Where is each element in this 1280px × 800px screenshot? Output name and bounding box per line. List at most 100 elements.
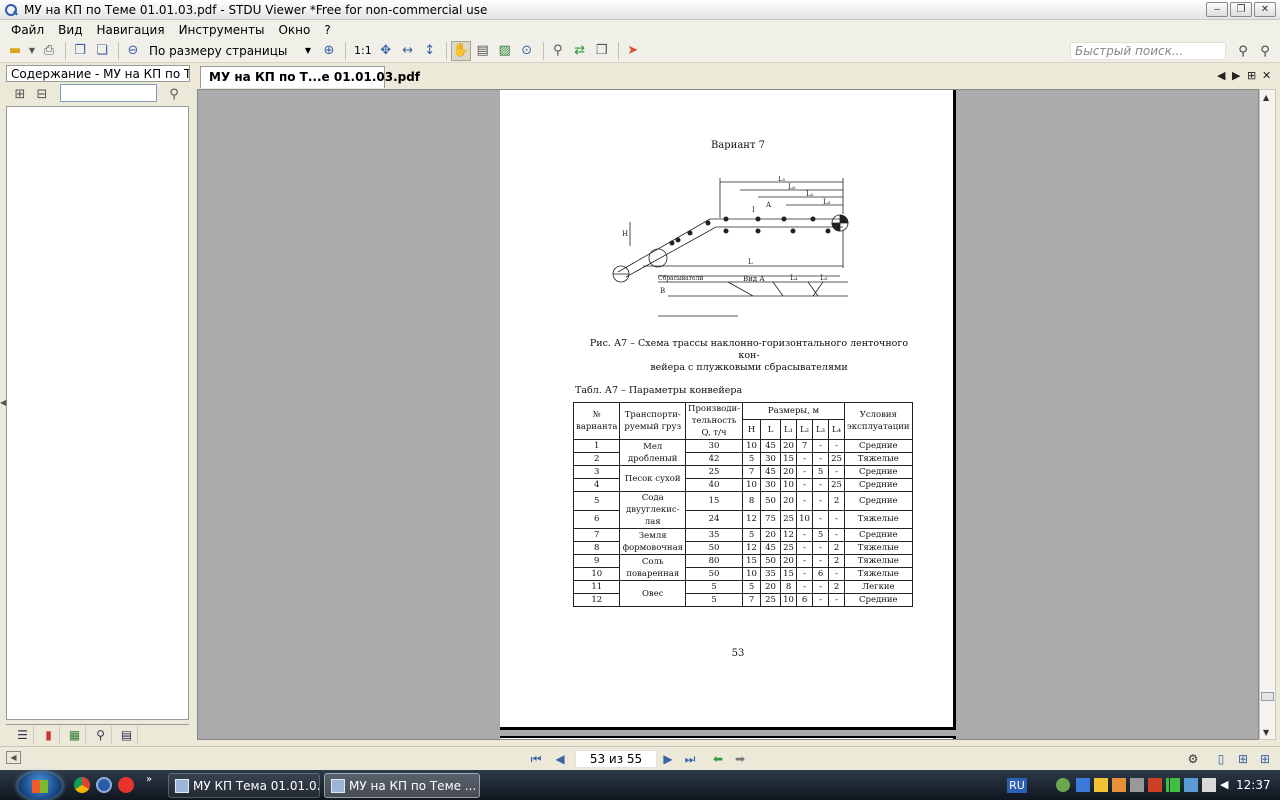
opera-icon[interactable] <box>96 777 112 793</box>
cell-l: 45 <box>760 541 782 555</box>
print-icon[interactable]: ⎙ <box>39 41 59 61</box>
tray-app-icon[interactable] <box>1130 778 1144 792</box>
minimize-button[interactable]: ‒ <box>1206 2 1228 17</box>
page-number-input[interactable]: 53 из 55 <box>575 750 657 768</box>
cell-cargo: Соль поваренная <box>619 554 687 581</box>
cell-productivity: 24 <box>685 509 744 529</box>
language-indicator[interactable]: RU <box>1007 778 1027 793</box>
tab-close-icon[interactable]: ✕ <box>1262 69 1271 82</box>
panel-toggle-icon[interactable]: ◀ <box>6 751 21 764</box>
tray-app-icon[interactable] <box>1076 778 1090 792</box>
taskbar-item-doc2[interactable]: МУ на КП по Теме ... <box>324 773 480 798</box>
previous-page-icon[interactable]: ◀ <box>552 751 568 767</box>
tab-list-icon[interactable]: ⊞ <box>1247 69 1256 82</box>
zoom-tool-icon[interactable]: ⊙ <box>517 41 537 61</box>
sync-icon[interactable]: ⇄ <box>570 41 590 61</box>
taskbar-item-doc1[interactable]: МУ КП Тема 01.01.0... <box>168 773 320 798</box>
first-page-icon[interactable]: ⏮ <box>528 751 544 767</box>
cell-productivity: 42 <box>685 452 744 466</box>
quicklaunch-more-icon[interactable]: » <box>146 774 152 785</box>
menu-help[interactable]: ? <box>317 23 337 37</box>
open-folder-icon[interactable]: ▬ <box>5 41 25 61</box>
tray-app-icon[interactable] <box>1056 778 1070 792</box>
panel-collapse-arrow[interactable]: ◀ <box>0 398 6 407</box>
menu-tools[interactable]: Инструменты <box>172 23 272 37</box>
settings-icon[interactable]: ⚙ <box>1185 751 1201 767</box>
document-viewer[interactable]: Вариант 7 L₁ L₀ L₂ L₃ H A I L Вид А L₄ L… <box>197 89 1259 740</box>
tray-drive-icon[interactable] <box>1094 778 1108 792</box>
signal-icon[interactable] <box>1166 778 1180 792</box>
document-tab[interactable]: МУ на КП по Т...е 01.01.03.pdf <box>200 66 420 88</box>
close-button[interactable]: ✕ <box>1254 2 1276 17</box>
copy-icon[interactable]: ❐ <box>70 41 90 61</box>
cell-l1: 8 <box>780 580 798 594</box>
tab-next-icon[interactable]: ▶ <box>1232 69 1240 82</box>
fit-page-icon[interactable]: ✥ <box>376 41 396 61</box>
image-select-icon[interactable]: ▨ <box>495 41 515 61</box>
search-options-icon[interactable]: ⚲ <box>1256 41 1274 61</box>
fit-height-icon[interactable]: ↕ <box>420 41 440 61</box>
bookmarks-tab-icon[interactable]: ▮ <box>38 725 60 744</box>
cell-l3: - <box>812 478 830 492</box>
header-productivity: Производи- тельность Q, т/ч <box>685 402 744 440</box>
actual-size-button[interactable]: 1:1 <box>354 44 372 57</box>
contents-search-input[interactable] <box>60 84 157 102</box>
volume-icon[interactable]: ◀ <box>1220 778 1234 792</box>
dropdown-arrow-icon[interactable]: ▼ <box>27 41 37 61</box>
contents-tab-icon[interactable]: ☰ <box>12 725 34 744</box>
cell-l1: 25 <box>780 541 798 555</box>
search-binoculars-icon[interactable]: ⚲ <box>1234 41 1252 61</box>
single-page-view-icon[interactable]: ▯ <box>1213 751 1229 767</box>
last-page-icon[interactable]: ⏭ <box>682 751 698 767</box>
back-icon[interactable]: ⬅ <box>710 751 726 767</box>
expand-icon[interactable]: ⊞ <box>10 84 30 104</box>
tab-prev-icon[interactable]: ◀ <box>1217 69 1225 82</box>
cell-l4: - <box>828 528 846 542</box>
cell-l2: 6 <box>796 593 814 607</box>
facing-view-icon[interactable]: ⊞ <box>1257 751 1273 767</box>
menu-view[interactable]: Вид <box>51 23 89 37</box>
next-page-icon[interactable]: ▶ <box>660 751 676 767</box>
navigation-bar: ◀ ⏮ ◀ 53 из 55 ▶ ⏭ ⬅ ➡ ⚙ ▯ ⊞ ⊞ <box>0 746 1280 770</box>
hand-tool-icon[interactable]: ✋ <box>450 40 471 61</box>
start-button[interactable] <box>18 772 62 800</box>
zoom-in-icon[interactable]: ⊕ <box>319 41 339 61</box>
zoom-mode-select[interactable]: По размеру страницы ▼ <box>145 42 315 60</box>
forward-icon[interactable]: ➡ <box>732 751 748 767</box>
notes-tab-icon[interactable]: ▤ <box>116 725 138 744</box>
taskbar-item-label: МУ на КП по Теме ... <box>349 779 477 793</box>
menu-file[interactable]: Файл <box>4 23 51 37</box>
cell-l3: - <box>812 491 830 511</box>
text-select-icon[interactable]: ▤ <box>473 41 493 61</box>
scroll-down-icon[interactable]: ▼ <box>1263 728 1269 737</box>
cell-variant: 4 <box>572 478 621 492</box>
menu-navigation[interactable]: Навигация <box>89 23 171 37</box>
search-tab-icon[interactable]: ⚲ <box>90 725 112 744</box>
export-icon[interactable]: ❏ <box>92 41 112 61</box>
scroll-up-icon[interactable]: ▲ <box>1263 93 1269 102</box>
find-icon[interactable]: ⚲ <box>548 41 568 61</box>
menu-window[interactable]: Окно <box>271 23 317 37</box>
continuous-view-icon[interactable]: ⊞ <box>1235 751 1251 767</box>
scroll-thumb[interactable] <box>1261 692 1274 701</box>
quick-search-input[interactable]: Быстрый поиск... <box>1070 42 1226 60</box>
monitor-icon[interactable] <box>1202 778 1216 792</box>
contents-search-icon[interactable]: ⚲ <box>164 84 184 104</box>
collapse-icon[interactable]: ⊟ <box>32 84 52 104</box>
zoom-out-icon[interactable]: ⊖ <box>123 41 143 61</box>
tray-app-icon[interactable] <box>1148 778 1162 792</box>
cell-l3: 5 <box>812 528 830 542</box>
tray-app-icon[interactable] <box>1112 778 1126 792</box>
cell-l4: - <box>828 439 846 453</box>
restore-button[interactable]: ❐ <box>1230 2 1252 17</box>
cell-l4: 25 <box>828 452 846 466</box>
thumbnails-tab-icon[interactable]: ▦ <box>64 725 86 744</box>
duplicate-icon[interactable]: ❒ <box>592 41 612 61</box>
chrome-icon[interactable] <box>74 777 90 793</box>
network-icon[interactable] <box>1184 778 1198 792</box>
contents-tree[interactable] <box>6 106 189 720</box>
vertical-scrollbar[interactable]: ▲ ▼ <box>1259 89 1276 740</box>
yandex-browser-icon[interactable] <box>118 777 134 793</box>
bookmark-icon[interactable]: ➤ <box>623 41 643 61</box>
fit-width-icon[interactable]: ↔ <box>398 41 418 61</box>
